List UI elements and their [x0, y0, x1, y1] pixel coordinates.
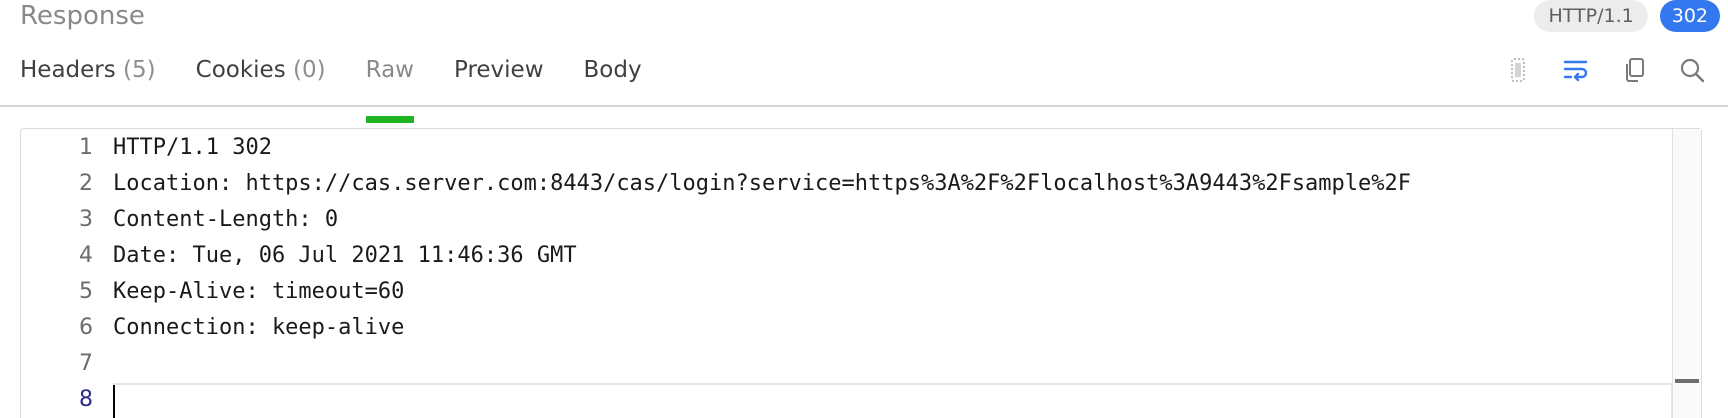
copy-icon[interactable]	[1620, 56, 1648, 84]
line-number: 7	[79, 350, 93, 376]
line-number: 8	[79, 386, 93, 412]
code-line: 3 Content-Length: 0	[21, 201, 1673, 237]
tab-body[interactable]: Body	[584, 52, 642, 106]
wrap-lines-icon[interactable]	[1562, 56, 1590, 84]
tab-raw-label: Raw	[365, 57, 414, 83]
code-line: 6 Connection: keep-alive	[21, 309, 1673, 345]
tab-headers-count: (5)	[123, 57, 156, 83]
format-icon[interactable]	[1504, 56, 1532, 84]
current-line-highlight	[113, 383, 1673, 418]
editor-lines: 1 HTTP/1.1 302 2 Location: https://cas.s…	[21, 129, 1673, 418]
search-icon[interactable]	[1678, 56, 1706, 84]
tab-body-label: Body	[583, 57, 642, 83]
tab-preview-label: Preview	[453, 57, 544, 83]
scrollbar-position-marker	[1675, 379, 1699, 383]
tab-headers[interactable]: Headers (5)	[20, 52, 156, 106]
response-panel: Response HTTP/1.1 302 Headers (5) Cookie…	[0, 0, 1728, 418]
tab-cookies[interactable]: Cookies (0)	[196, 52, 326, 106]
tab-raw[interactable]: Raw	[365, 52, 415, 123]
line-text: Content-Length: 0	[113, 206, 339, 232]
raw-response-editor[interactable]: 1 HTTP/1.1 302 2 Location: https://cas.s…	[20, 128, 1702, 418]
code-line: 4 Date: Tue, 06 Jul 2021 11:46:36 GMT	[21, 237, 1673, 273]
code-line-current: 8	[21, 381, 1673, 418]
response-toolbar	[1504, 52, 1706, 88]
line-text: Connection: keep-alive	[113, 314, 405, 340]
status-badge: 302	[1659, 0, 1720, 32]
protocol-badge: HTTP/1.1	[1534, 0, 1648, 32]
line-number: 2	[79, 170, 93, 196]
code-line: 1 HTTP/1.1 302	[21, 129, 1673, 165]
text-caret	[113, 385, 115, 418]
line-text: Keep-Alive: timeout=60	[113, 278, 405, 304]
tabs-divider	[0, 105, 1728, 107]
tab-cookies-label: Cookies	[195, 57, 286, 83]
line-text: Date: Tue, 06 Jul 2021 11:46:36 GMT	[113, 242, 577, 268]
code-line: 5 Keep-Alive: timeout=60	[21, 273, 1673, 309]
tab-preview[interactable]: Preview	[454, 52, 544, 106]
line-text: HTTP/1.1 302	[113, 134, 272, 160]
response-badges: HTTP/1.1 302	[1534, 0, 1720, 32]
line-number: 4	[79, 242, 93, 268]
line-number: 3	[79, 206, 93, 232]
tab-headers-label: Headers	[20, 57, 116, 83]
line-number: 6	[79, 314, 93, 340]
code-line: 2 Location: https://cas.server.com:8443/…	[21, 165, 1673, 201]
response-tabs: Headers (5) Cookies (0) Raw Preview Body	[20, 52, 682, 123]
tab-cookies-count: (0)	[293, 57, 326, 83]
line-number: 5	[79, 278, 93, 304]
panel-title: Response	[20, 1, 145, 31]
vertical-scrollbar[interactable]	[1672, 129, 1701, 418]
line-number: 1	[79, 134, 93, 160]
line-text: Location: https://cas.server.com:8443/ca…	[113, 170, 1412, 196]
code-line: 7	[21, 345, 1673, 381]
